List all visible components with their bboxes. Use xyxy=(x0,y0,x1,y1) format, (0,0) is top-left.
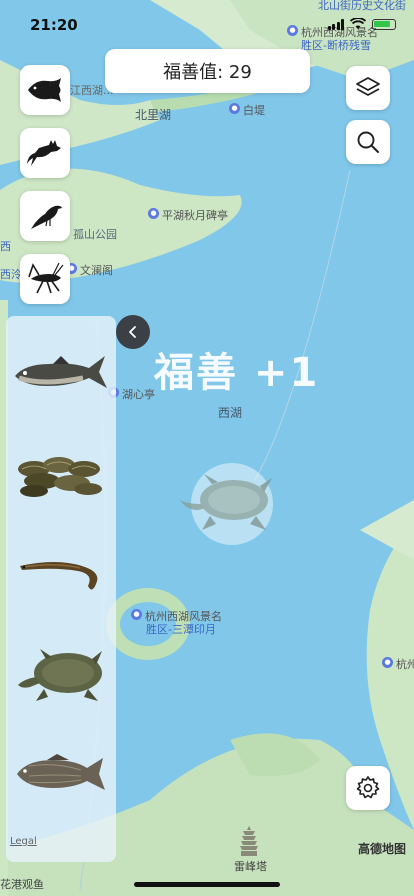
carp-icon xyxy=(15,356,107,388)
gear-icon xyxy=(356,776,380,799)
poi-icon: ● xyxy=(287,25,298,36)
clam-icon xyxy=(18,457,102,497)
map-label-hangzhou-right[interactable]: ● 杭州 xyxy=(382,656,414,672)
category-insect-button[interactable] xyxy=(20,254,70,304)
crucian-carp-icon xyxy=(17,754,105,790)
fish-icon xyxy=(28,78,61,102)
species-item-carp[interactable] xyxy=(6,746,116,802)
map-label-baidi[interactable]: ● 白堤 xyxy=(229,102,265,118)
search-icon xyxy=(357,131,379,153)
map-label-left-edge-2: 西泠 xyxy=(0,268,22,281)
collapse-panel-button[interactable] xyxy=(116,315,150,349)
wifi-icon xyxy=(350,18,366,29)
poi-icon: ● xyxy=(131,609,142,620)
map-label-left-edge-1: 西 xyxy=(0,240,11,253)
category-bird-button[interactable] xyxy=(20,191,70,241)
search-button[interactable] xyxy=(346,120,390,164)
cellular-signal-icon xyxy=(327,18,344,30)
amap-logo: 高德地图 xyxy=(357,842,406,856)
map-label-gushan: 孤山公园 xyxy=(73,228,117,241)
category-fish-button[interactable] xyxy=(20,65,70,115)
blessing-score: 福善值: 29 xyxy=(105,49,310,93)
home-indicator[interactable] xyxy=(134,882,280,887)
species-panel[interactable] xyxy=(6,316,116,862)
poi-icon: ● xyxy=(148,208,159,219)
layers-icon xyxy=(356,77,380,96)
species-item-silver-carp[interactable] xyxy=(6,344,116,404)
battery-icon xyxy=(372,18,396,30)
released-turtle-icon[interactable] xyxy=(178,470,282,538)
map-label-beilihu: 北里湖 xyxy=(135,108,172,122)
species-item-clams[interactable] xyxy=(6,446,116,504)
chevron-left-icon xyxy=(129,326,136,338)
fox-icon xyxy=(27,140,61,166)
status-icons xyxy=(327,18,396,30)
turtle-icon xyxy=(18,649,102,701)
category-mammal-button[interactable] xyxy=(20,128,70,178)
map-label-wenlan[interactable]: ● 文澜阁 xyxy=(66,262,113,278)
pagoda-icon xyxy=(240,826,258,856)
settings-button[interactable] xyxy=(346,766,390,810)
blessing-plus-toast: 福善 +1 xyxy=(154,350,320,396)
species-item-eel[interactable] xyxy=(6,548,116,604)
poi-icon: ● xyxy=(382,657,393,668)
legal-link[interactable]: Legal xyxy=(10,836,37,847)
map-label-scenic-duanqiao-2: 胜区-断桥残雪 xyxy=(301,39,371,52)
map-label-leifeng: 雷峰塔 xyxy=(234,860,267,873)
bird-icon xyxy=(31,205,62,229)
eel-icon xyxy=(20,562,98,590)
map-label-pinghu[interactable]: ● 平湖秋月碑亭 xyxy=(148,207,228,223)
map-label-xihu: 西湖 xyxy=(218,406,243,420)
map-label-beishan: 北山街历史文化街 xyxy=(318,0,406,12)
poi-icon: ● xyxy=(229,103,240,114)
map-label-santan-2: 胜区-三潭印月 xyxy=(146,623,216,636)
grasshopper-icon xyxy=(28,263,64,294)
status-time: 21:20 xyxy=(30,16,78,34)
map-label-huagang: 花港观鱼 xyxy=(0,878,44,891)
species-item-soft-shell-turtle[interactable] xyxy=(6,640,116,712)
map-layers-button[interactable] xyxy=(346,66,390,110)
